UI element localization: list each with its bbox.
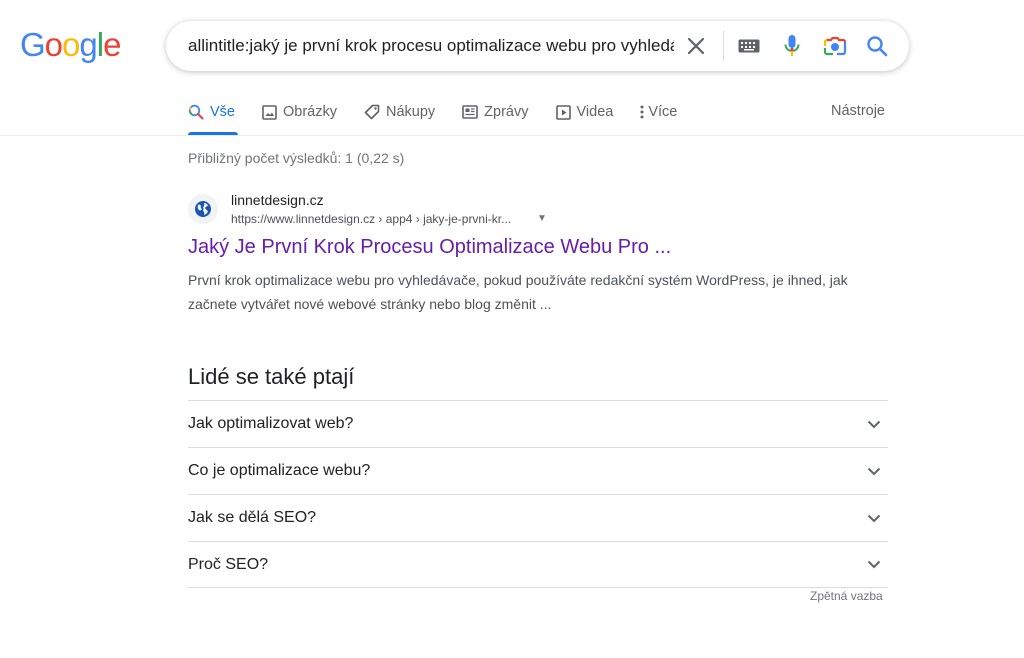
result-url[interactable]: https://www.linnetdesign.cz › app4 › jak… — [231, 212, 511, 226]
tab-shopping-label: Nákupy — [386, 104, 436, 120]
tab-more-label: Více — [648, 104, 678, 120]
tab-news[interactable]: Zprávy — [462, 100, 529, 124]
chevron-down-icon — [862, 553, 886, 577]
play-icon — [555, 104, 571, 120]
tag-icon — [364, 104, 380, 120]
result-snippet: První krok optimalizace webu pro vyhledá… — [188, 272, 848, 312]
close-icon[interactable] — [684, 34, 708, 58]
news-icon — [462, 105, 478, 119]
result-title-link[interactable]: Jaký Je První Krok Procesu Optimalizace … — [188, 236, 671, 259]
paa-question[interactable]: Jak se dělá SEO? — [188, 494, 888, 541]
paa-question-text: Jak optimalizovat web? — [188, 415, 354, 432]
chevron-down-icon — [862, 506, 886, 530]
paa-question[interactable]: Co je optimalizace webu? — [188, 447, 888, 494]
feedback-link[interactable]: Zpětná vazba — [810, 589, 883, 603]
chevron-down-icon — [862, 412, 886, 436]
search-icon — [188, 104, 204, 120]
camera-icon[interactable] — [823, 34, 847, 58]
tab-shopping[interactable]: Nákupy — [364, 100, 435, 124]
more-vert-icon — [640, 105, 644, 119]
paa-question[interactable]: Proč SEO? — [188, 541, 888, 588]
chevron-down-icon — [862, 459, 886, 483]
image-icon — [262, 104, 277, 120]
search-icon[interactable] — [865, 34, 889, 58]
search-divider — [723, 31, 724, 61]
result-stats: Přibližný počet výsledků: 1 (0,22 s) — [188, 150, 405, 166]
paa-question-text: Jak se dělá SEO? — [188, 509, 317, 526]
tab-all-label: Vše — [210, 104, 235, 120]
header-divider — [0, 135, 1024, 136]
paa-question-text: Co je optimalizace webu? — [188, 462, 371, 479]
result-site-name[interactable]: linnetdesign.cz — [231, 192, 324, 208]
tab-images[interactable]: Obrázky — [262, 100, 337, 124]
paa-heading: Lidé se také ptají — [188, 364, 355, 389]
tools-button[interactable]: Nástroje — [831, 103, 885, 119]
keyboard-icon[interactable] — [737, 34, 761, 58]
paa-list: Jak optimalizovat web? Co je optimalizac… — [188, 400, 888, 588]
tab-videos-label: Videa — [576, 104, 614, 120]
globe-icon[interactable] — [188, 194, 218, 224]
search-tabs: Vše Obrázky Nákupy Zprávy Videa Více — [188, 100, 704, 124]
paa-question-text: Proč SEO? — [188, 555, 269, 573]
tab-all[interactable]: Vše — [188, 100, 235, 124]
paa-question[interactable]: Jak optimalizovat web? — [188, 400, 888, 447]
tab-images-label: Obrázky — [283, 104, 337, 120]
tab-videos[interactable]: Videa — [555, 100, 614, 124]
tab-news-label: Zprávy — [484, 104, 529, 120]
chevron-down-icon[interactable]: ▼ — [537, 213, 547, 224]
search-input[interactable]: allintitle:jaký je první krok procesu op… — [188, 33, 674, 59]
search-box: allintitle:jaký je první krok procesu op… — [166, 21, 909, 71]
google-logo[interactable]: Google — [20, 28, 121, 61]
mic-icon[interactable] — [780, 34, 804, 58]
tab-more[interactable]: Více — [640, 100, 677, 124]
